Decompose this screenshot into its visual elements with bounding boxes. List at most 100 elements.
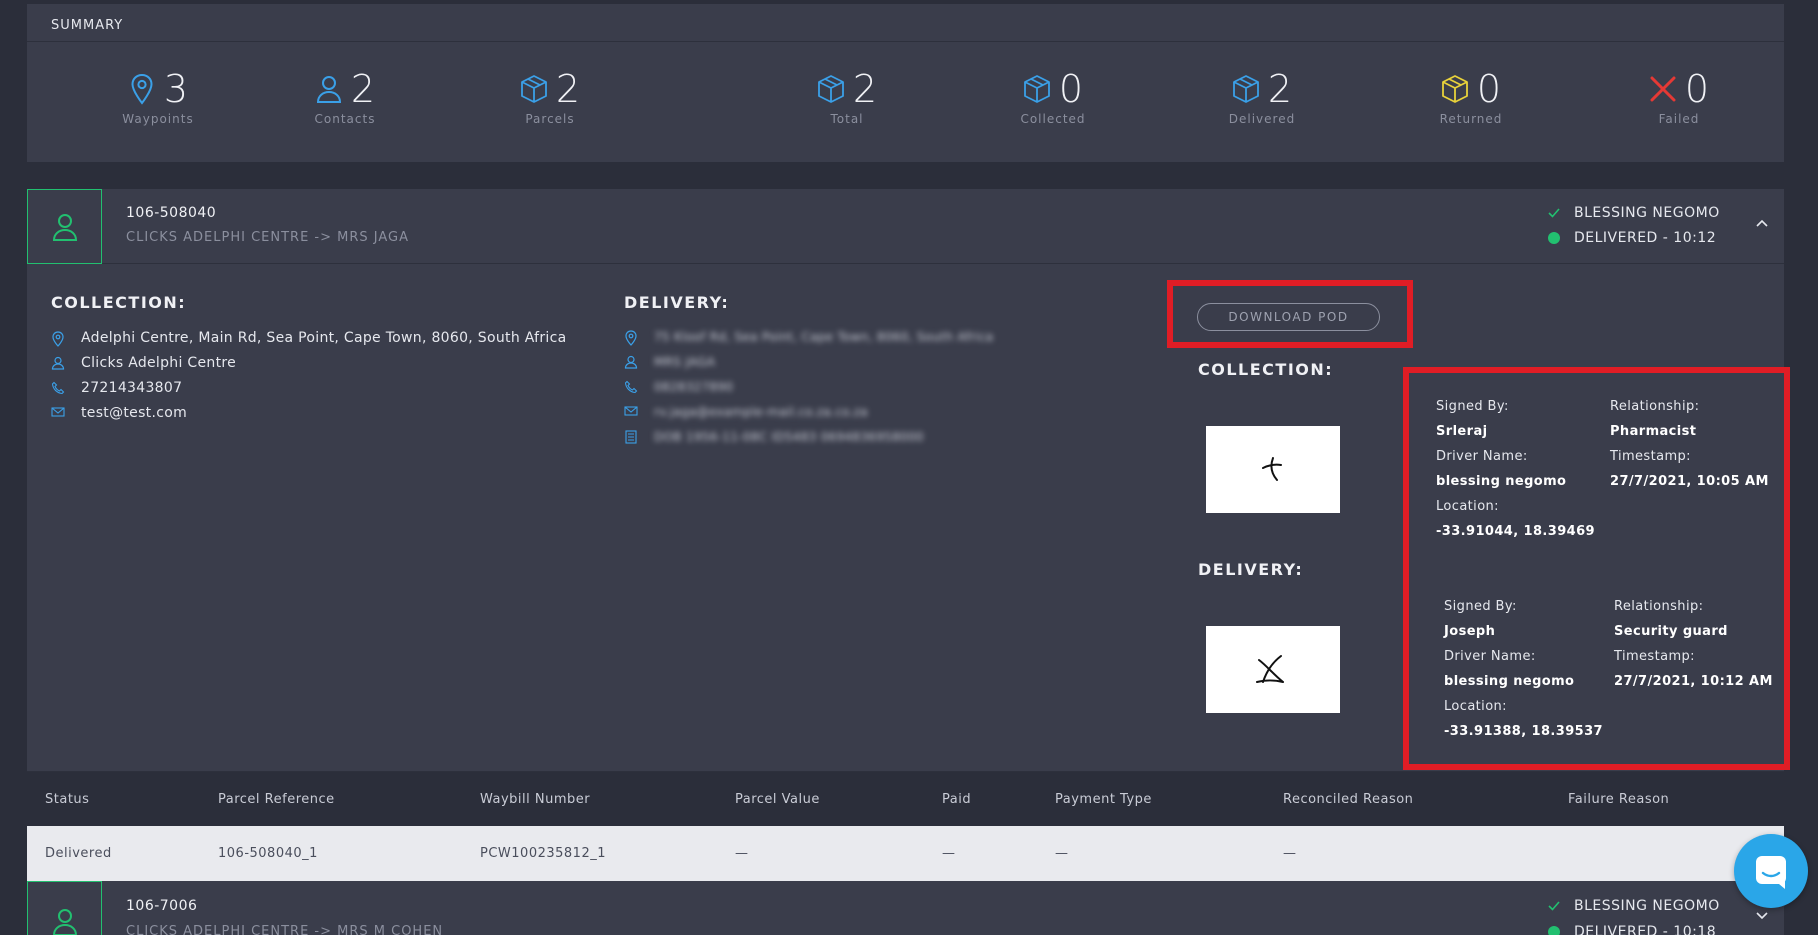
stat-value: 2 [555, 67, 581, 111]
cell-reconciled-reason: — [1283, 846, 1297, 861]
delivery-notes: DOB 1956-11-08C ID5483 0694836958000 [654, 430, 924, 444]
collection-email-row: test@test.com [51, 405, 187, 421]
stat-value: 3 [163, 67, 189, 111]
delivery-contact: MRS JAGA [654, 355, 716, 369]
delivery-email: rv.jaga@example-mail.co.za.co.za [654, 405, 868, 419]
stat-value: 2 [350, 67, 376, 111]
collection-title: COLLECTION: [51, 293, 187, 312]
stat-label: Waypoints [122, 112, 194, 126]
status-dot-icon [1548, 232, 1560, 244]
col-parcel-value[interactable]: Parcel Value [735, 792, 820, 807]
table-row[interactable]: Delivered 106-508040_1 PCW100235812_1 — … [27, 826, 1784, 881]
collection-phone: 27214343807 [81, 380, 183, 396]
stat-label: Returned [1439, 112, 1503, 126]
chevron-up-icon[interactable] [1754, 215, 1770, 231]
avatar [27, 881, 102, 935]
pod-delivery-title: DELIVERY: [1198, 560, 1304, 579]
stat-failed: 0 Failed [1604, 66, 1754, 126]
job-card-header[interactable]: 106-508040 CLICKS ADELPHI CENTRE -> MRS … [27, 189, 1784, 264]
stat-label: Parcels [525, 112, 575, 126]
status-text: DELIVERED - 10:18 [1574, 924, 1717, 935]
driver-line: BLESSING NEGOMO [1548, 205, 1720, 221]
cell-parcel-reference: 106-508040_1 [218, 846, 318, 861]
person-icon [51, 356, 65, 370]
delivery-address-row: 75 Kloof Rd, Sea Point, Cape Town, 8060,… [624, 330, 994, 346]
box-icon [1232, 73, 1260, 105]
cell-parcel-value: — [735, 846, 749, 861]
delivery-address: 75 Kloof Rd, Sea Point, Cape Town, 8060,… [654, 330, 994, 344]
box-icon [1023, 73, 1051, 105]
driver-name: BLESSING NEGOMO [1574, 898, 1720, 914]
stat-delivered: 2 Delivered [1187, 66, 1337, 126]
col-reconciled-reason[interactable]: Reconciled Reason [1283, 792, 1413, 807]
col-status[interactable]: Status [45, 792, 89, 807]
col-waybill-number[interactable]: Waybill Number [480, 792, 590, 807]
stat-collected: 0 Collected [978, 66, 1128, 126]
chevron-down-icon[interactable] [1754, 907, 1770, 923]
mail-icon [624, 405, 638, 419]
phone-icon [51, 381, 65, 395]
delivery-email-row: rv.jaga@example-mail.co.za.co.za [624, 405, 868, 419]
delivery-title: DELIVERY: [624, 293, 730, 312]
job-id: 106-7006 [126, 898, 198, 914]
collection-email: test@test.com [81, 405, 188, 421]
highlight-box-download [1167, 280, 1413, 348]
pin-icon [51, 331, 65, 347]
stat-label: Total [830, 112, 864, 126]
x-icon [1649, 73, 1677, 105]
cell-waybill-number: PCW100235812_1 [480, 846, 606, 861]
person-icon [315, 73, 343, 105]
stat-label: Contacts [314, 112, 376, 126]
pin-icon [128, 73, 156, 105]
delivery-notes-row: DOB 1956-11-08C ID5483 0694836958000 [624, 430, 924, 444]
driver-name: BLESSING NEGOMO [1574, 205, 1720, 221]
stat-returned: 0 Returned [1396, 66, 1546, 126]
delivery-signature-image [1206, 626, 1340, 713]
notes-icon [624, 430, 638, 444]
job-route: CLICKS ADELPHI CENTRE -> MRS M COHEN [126, 924, 444, 935]
job-id: 106-508040 [126, 205, 217, 221]
summary-title: SUMMARY [51, 18, 124, 33]
collection-phone-row: 27214343807 [51, 380, 182, 396]
col-payment-type[interactable]: Payment Type [1055, 792, 1152, 807]
chat-launcher-button[interactable] [1734, 834, 1808, 908]
job-route: CLICKS ADELPHI CENTRE -> MRS JAGA [126, 230, 410, 245]
col-failure-reason[interactable]: Failure Reason [1568, 792, 1669, 807]
stat-label: Collected [1020, 112, 1086, 126]
summary-panel: SUMMARY 3 Waypoints 2 Contacts 2 Parcels [27, 4, 1784, 162]
driver-line: BLESSING NEGOMO [1548, 898, 1720, 914]
box-icon [1441, 73, 1469, 105]
cell-paid: — [942, 846, 956, 861]
status-text: DELIVERED - 10:12 [1574, 230, 1717, 246]
stat-contacts: 2 Contacts [270, 66, 420, 126]
status-line: DELIVERED - 10:18 [1548, 924, 1716, 935]
col-paid[interactable]: Paid [942, 792, 971, 807]
stat-parcels: 2 Parcels [475, 66, 625, 126]
check-icon [1548, 208, 1560, 218]
person-icon [52, 213, 77, 241]
collection-address: Adelphi Centre, Main Rd, Sea Point, Cape… [81, 330, 567, 346]
pod-collection-title: COLLECTION: [1198, 360, 1334, 379]
check-icon [1548, 901, 1560, 911]
cell-payment-type: — [1055, 846, 1069, 861]
delivery-phone: 0828327890 [654, 380, 734, 394]
stat-value: 2 [1267, 67, 1293, 111]
stat-waypoints: 3 Waypoints [83, 66, 233, 126]
box-icon [817, 73, 845, 105]
pin-icon [624, 330, 638, 346]
stat-value: 2 [852, 67, 878, 111]
person-icon [624, 355, 638, 369]
collection-signature-image [1206, 426, 1340, 513]
highlight-box-signatures [1403, 367, 1790, 770]
delivery-phone-row: 0828327890 [624, 380, 733, 394]
stat-value: 0 [1476, 67, 1502, 111]
divider [27, 41, 1784, 42]
col-parcel-reference[interactable]: Parcel Reference [218, 792, 335, 807]
stat-label: Delivered [1228, 112, 1296, 126]
phone-icon [624, 380, 638, 394]
collection-contact: Clicks Adelphi Centre [81, 355, 237, 371]
avatar [27, 189, 102, 264]
stat-label: Failed [1658, 112, 1700, 126]
job-card-2[interactable]: 106-7006 CLICKS ADELPHI CENTRE -> MRS M … [27, 881, 1784, 935]
chat-icon [1756, 856, 1786, 889]
